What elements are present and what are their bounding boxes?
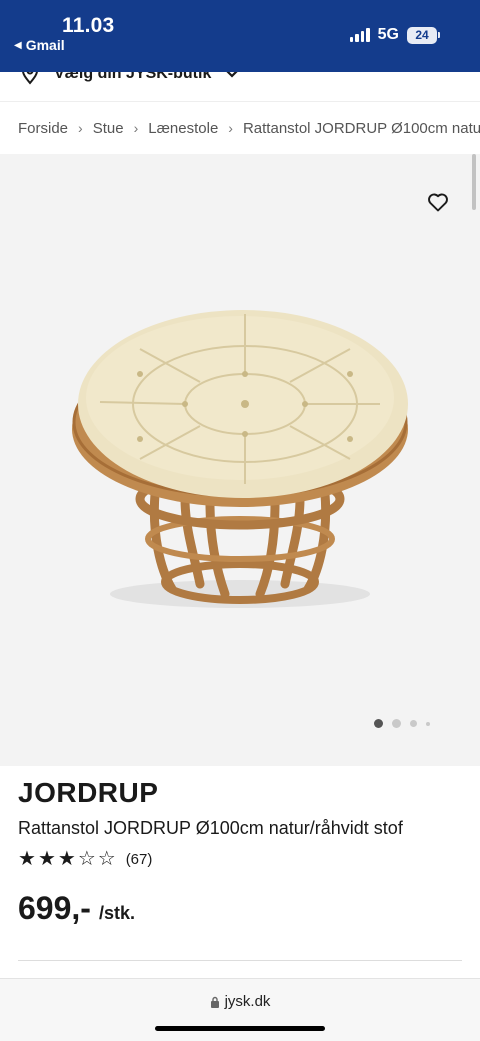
- back-app-label: Gmail: [25, 37, 65, 53]
- browser-toolbar: jysk.dk: [0, 978, 480, 1041]
- breadcrumb-chevron-icon: ›: [228, 120, 233, 136]
- breadcrumb-item-current: Rattanstol JORDRUP Ø100cm natur/råhvidt …: [242, 119, 480, 137]
- breadcrumb: Forside › Stue › Lænestole › Rattanstol …: [0, 102, 480, 154]
- address-bar[interactable]: jysk.dk: [0, 993, 480, 1010]
- product-price: 699,- /stk.: [18, 890, 135, 927]
- status-bar: 11.03 ◀ Gmail 5G 24: [0, 0, 480, 72]
- rating-count: (67): [125, 850, 153, 868]
- page-scrollbar[interactable]: [472, 154, 476, 210]
- lock-icon: [210, 996, 219, 1008]
- store-selector-label: Vælg din JYSK-butik: [54, 72, 212, 82]
- product-image: [72, 310, 408, 608]
- star-icon: ★: [37, 848, 56, 870]
- breadcrumb-item-stue[interactable]: Stue: [93, 120, 124, 137]
- breadcrumb-item-forside[interactable]: Forside: [18, 120, 68, 137]
- back-to-app-link[interactable]: ◀ Gmail: [14, 37, 65, 53]
- heart-icon[interactable]: [426, 190, 450, 214]
- home-indicator[interactable]: [155, 1026, 325, 1031]
- product-gallery[interactable]: [0, 154, 480, 766]
- url-text: jysk.dk: [224, 993, 271, 1010]
- product-rating[interactable]: ★ ★ ★ ☆ ☆ (67): [18, 849, 152, 869]
- network-type: 5G: [377, 26, 399, 43]
- price-value: 699,-: [18, 890, 91, 926]
- breadcrumb-item-laenestole[interactable]: Lænestole: [148, 120, 218, 137]
- battery-icon: 24: [407, 26, 440, 44]
- status-time: 11.03: [62, 14, 115, 37]
- price-unit: /stk.: [98, 903, 135, 923]
- gallery-dot[interactable]: [392, 719, 401, 728]
- breadcrumb-chevron-icon: ›: [133, 120, 139, 136]
- product-description: Rattanstol JORDRUP Ø100cm natur/råhvidt …: [18, 818, 403, 838]
- back-arrow-icon: ◀: [14, 39, 22, 51]
- star-icon: ★: [18, 848, 36, 870]
- chevron-down-icon: [226, 72, 238, 78]
- star-icon: ★: [57, 848, 76, 870]
- gallery-pagination: [374, 719, 430, 728]
- store-selector[interactable]: Vælg din JYSK-butik: [0, 72, 480, 102]
- star-empty-icon: ☆: [77, 848, 96, 870]
- product-name: JORDRUP: [18, 777, 159, 808]
- signal-icon: [349, 28, 370, 42]
- gallery-dot-active[interactable]: [374, 719, 383, 728]
- breadcrumb-chevron-icon: ›: [78, 120, 83, 136]
- battery-level: 24: [407, 26, 437, 44]
- gallery-dot[interactable]: [426, 721, 430, 726]
- divider: [18, 960, 462, 961]
- status-indicators: 5G 24: [349, 26, 440, 44]
- gallery-dot[interactable]: [410, 720, 417, 727]
- star-empty-icon: ☆: [97, 848, 116, 870]
- location-pin-icon: [22, 72, 38, 85]
